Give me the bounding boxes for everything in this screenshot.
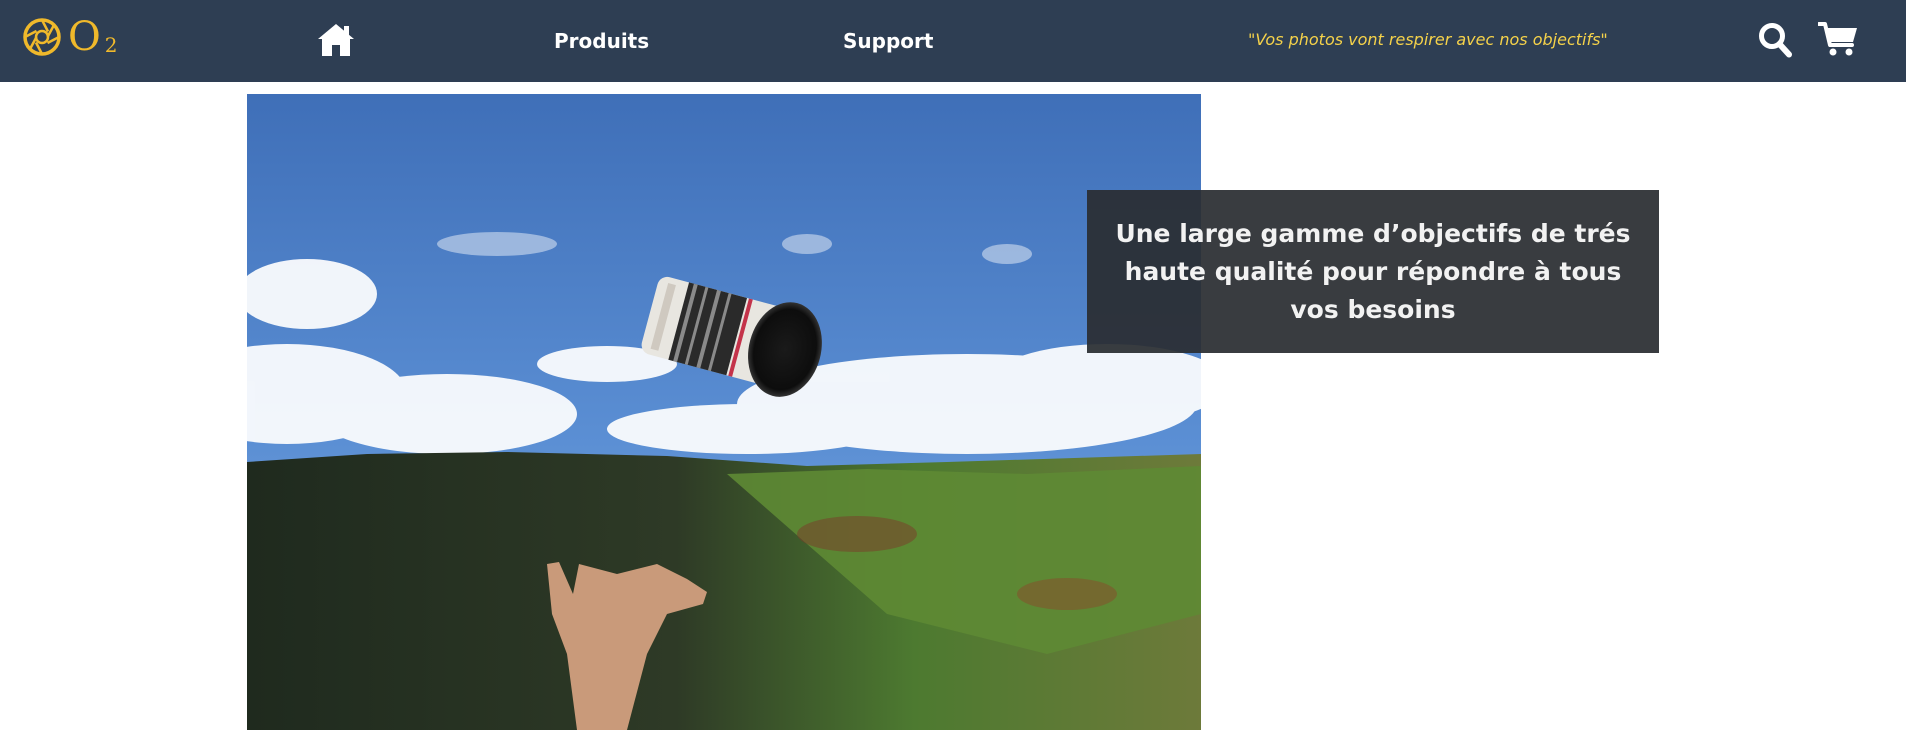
top-navbar: O 2 Produits Support "Vos photos vont re… xyxy=(0,0,1906,82)
brand-logo[interactable]: O 2 xyxy=(22,17,118,59)
cart-icon[interactable] xyxy=(1818,21,1858,57)
hero-image xyxy=(247,94,1201,730)
home-icon[interactable] xyxy=(316,22,356,58)
search-icon[interactable] xyxy=(1758,21,1792,59)
tagline: "Vos photos vont respirer avec nos objec… xyxy=(1248,30,1608,49)
brand-subscript: 2 xyxy=(104,33,118,57)
nav-link-support[interactable]: Support xyxy=(843,28,933,54)
nav-link-produits[interactable]: Produits xyxy=(554,28,649,54)
hero-caption: Une large gamme d’objectifs de trés haut… xyxy=(1087,190,1659,353)
hero-caption-text: Une large gamme d’objectifs de trés haut… xyxy=(1115,218,1631,324)
aperture-icon xyxy=(23,18,61,56)
brand-letter: O xyxy=(68,14,101,60)
